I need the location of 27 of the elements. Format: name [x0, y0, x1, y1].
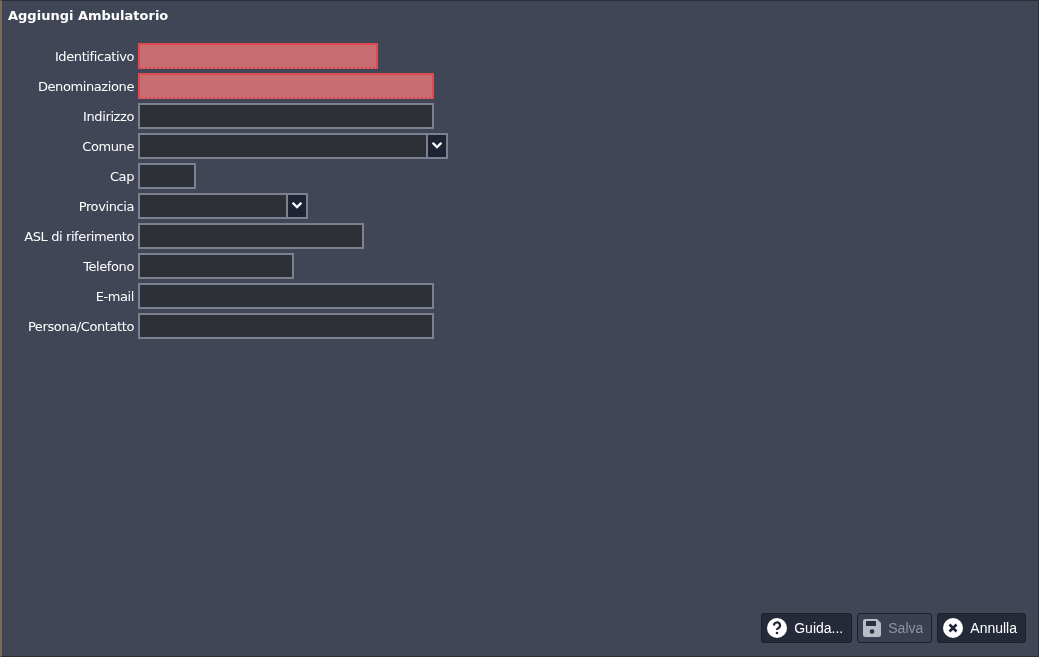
input-field[interactable]: [138, 73, 434, 99]
input-field[interactable]: [138, 313, 434, 339]
chevron-down-icon: [288, 193, 308, 219]
field-label: Telefono: [82, 258, 135, 274]
chevron-down-icon: [428, 133, 448, 159]
close-icon: [943, 618, 964, 638]
dropdown-field[interactable]: [138, 133, 448, 159]
help-icon: [767, 618, 788, 638]
field-label: E-mail: [94, 288, 135, 304]
field-label: Provincia: [77, 198, 135, 214]
cancel-button[interactable]: Annulla: [937, 613, 1026, 643]
field-label: Comune: [81, 138, 135, 154]
window-title: Aggiungi Ambulatorio: [7, 7, 170, 25]
field-label: ASL di riferimento: [23, 228, 135, 244]
input-field[interactable]: [138, 283, 434, 309]
field-label: Persona/Contatto: [26, 318, 135, 334]
input-field[interactable]: [138, 103, 434, 129]
input-field[interactable]: [138, 163, 196, 189]
input-field[interactable]: [138, 223, 364, 249]
input-field[interactable]: [138, 253, 294, 279]
field-label: Denominazione: [36, 78, 135, 94]
dropdown-field[interactable]: [138, 193, 308, 219]
field-label: Cap: [108, 168, 135, 184]
field-label: Indirizzo: [82, 108, 135, 124]
input-field[interactable]: [138, 43, 378, 69]
help-button[interactable]: Guida...: [761, 613, 853, 643]
field-label: Identificativo: [53, 48, 135, 64]
